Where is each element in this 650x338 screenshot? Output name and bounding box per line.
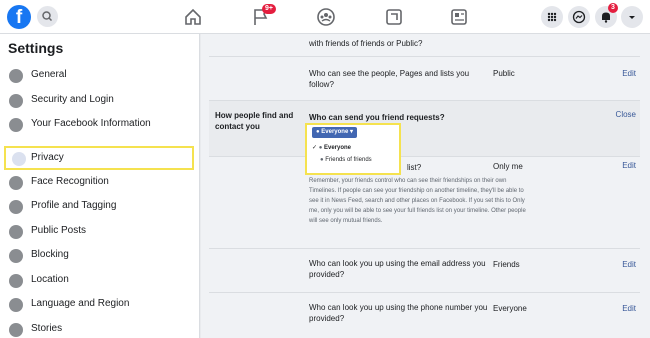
groups-icon[interactable] [315,6,337,28]
sidebar-item-label: Location [31,274,69,285]
sidebar-item-label: Blocking [31,249,69,260]
menu-grid-button[interactable] [541,6,563,28]
grid-icon [9,118,23,132]
caret-down-icon: ▾ [349,129,353,135]
setting-row-friend-requests: How people find and contact you Who can … [209,100,640,156]
setting-question: Who can look you up using the phone numb… [309,303,488,323]
edit-link[interactable]: Edit [622,161,636,170]
messenger-icon [572,10,586,24]
sidebar-item-label: Public Posts [31,225,87,236]
sidebar-item-profile-tagging[interactable]: Profile and Tagging [0,195,200,219]
block-icon [9,249,23,263]
option-label: Everyone [324,145,352,151]
sidebar-item-label: Your Facebook Information [31,118,151,129]
sidebar-item-blocking[interactable]: Blocking [0,244,200,268]
globe-icon [9,225,23,239]
search-icon [42,11,53,22]
audience-option-friends-of-friends[interactable]: ● Friends of friends [320,157,372,163]
account-button[interactable] [621,6,643,28]
globe-icon: ● [316,129,320,135]
edit-link[interactable]: Edit [622,260,636,269]
setting-question: Who can send you friend requests? [309,113,445,122]
caret-down-icon [629,16,635,19]
sidebar-item-face-recognition[interactable]: Face Recognition [0,171,200,195]
sidebar-item-general[interactable]: General [0,64,200,88]
top-navigation-bar: f 9+ 3 [0,0,650,34]
settings-sidebar: Settings General Security and Login Your… [0,34,200,338]
pages-notification-badge: 9+ [262,4,276,14]
setting-row-phone-lookup: Who can look you up using the phone numb… [209,292,640,338]
selected-audience: Everyone [321,129,349,135]
facebook-logo[interactable]: f [7,5,31,29]
news-icon[interactable] [448,6,470,28]
setting-question: Who can see the people, Pages and lists … [309,69,470,89]
sidebar-item-label: General [31,69,67,80]
messenger-button[interactable] [568,6,590,28]
shield-icon [9,94,23,108]
edit-link[interactable]: Edit [622,304,636,313]
language-icon [9,298,23,312]
notifications-badge: 3 [608,3,618,13]
sidebar-item-public-posts[interactable]: Public Posts [0,220,200,244]
search-button[interactable] [37,6,58,27]
setting-value: Only me [493,162,523,171]
stories-icon [9,323,23,337]
sidebar-item-location[interactable]: Location [0,269,200,293]
checkmark-icon: ✓ [312,145,318,151]
edit-link[interactable]: Edit [622,69,636,78]
gaming-icon[interactable] [383,6,405,28]
sidebar-item-label: Profile and Tagging [31,200,117,211]
setting-description: Remember, your friends control who can s… [309,178,526,224]
tag-icon [9,200,23,214]
section-label: How people find and contact you [215,111,294,131]
setting-row-email-lookup: Who can look you up using the email addr… [209,248,640,292]
lock-icon [12,152,26,166]
sidebar-item-facebook-information[interactable]: Your Facebook Information [0,113,200,137]
audience-option-everyone[interactable]: ✓ ● Everyone [312,144,351,151]
setting-row-following: Who can see the people, Pages and lists … [209,56,640,100]
home-icon[interactable] [182,6,204,28]
face-icon [9,176,23,190]
close-link[interactable]: Close [616,110,636,119]
grid-icon [547,12,557,22]
option-label: Friends of friends [325,157,372,163]
sidebar-item-label: Privacy [31,152,64,163]
sidebar-item-label: Stories [31,323,63,334]
audience-selector-button[interactable]: ● Everyone ▾ [312,127,357,138]
setting-question: Who can look you up using the email addr… [309,259,486,279]
settings-title: Settings [8,40,64,56]
setting-value: Friends [493,260,520,269]
sidebar-item-label: Face Recognition [31,176,109,187]
sidebar-item-language-region[interactable]: Language and Region [0,293,200,317]
setting-question: list? [407,163,422,172]
sidebar-item-stories[interactable]: Stories [0,318,200,338]
gear-icon [9,69,23,83]
setting-value: Everyone [493,304,527,313]
location-icon [9,274,23,288]
sidebar-item-security[interactable]: Security and Login [0,89,200,113]
partial-question-text: with friends of friends or Public? [309,39,423,48]
sidebar-item-label: Language and Region [31,298,130,309]
setting-value: Public [493,69,515,78]
audience-dropdown: ● Everyone ▾ ✓ ● Everyone ● Friends of f… [305,123,401,175]
privacy-settings-panel: with friends of friends or Public? Who c… [201,34,650,338]
globe-icon: ● [318,145,323,151]
sidebar-item-privacy[interactable]: Privacy [4,146,194,170]
sidebar-item-label: Security and Login [31,94,114,105]
people-icon: ● [320,157,324,163]
